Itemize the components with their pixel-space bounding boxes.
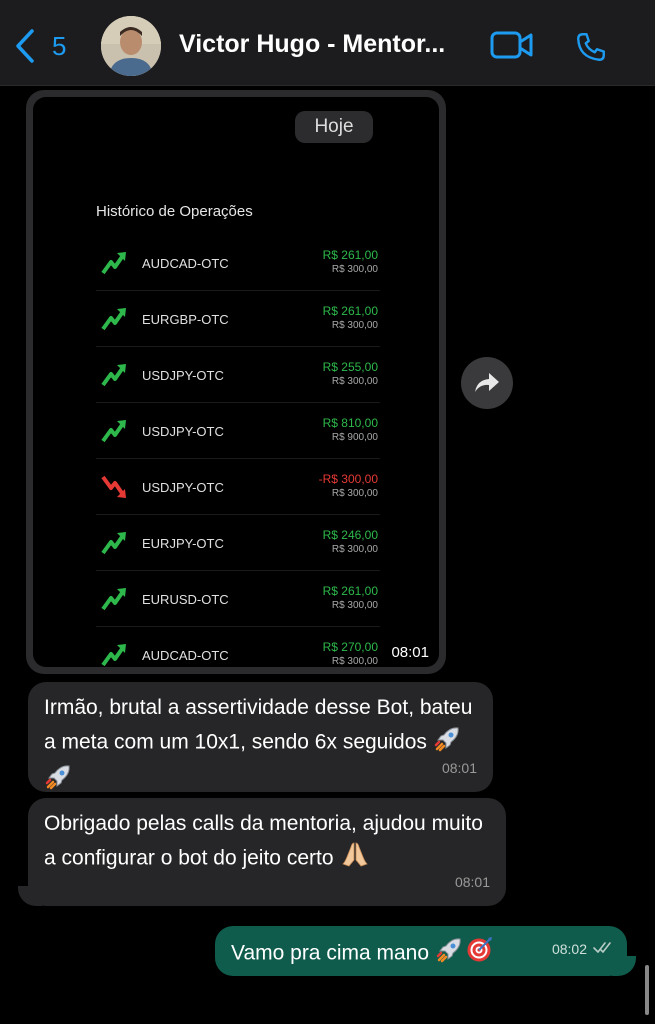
incoming-message[interactable]: Obrigado pelas calls da mentoria, ajudou…: [28, 798, 506, 906]
incoming-message[interactable]: Irmão, brutal a assertividade desse Bot,…: [28, 682, 493, 792]
trade-row: USDJPY-OTC R$ 255,00 R$ 300,00: [96, 347, 380, 403]
trade-invested: R$ 300,00: [331, 320, 378, 331]
read-ticks-icon: [593, 932, 613, 964]
history-title: Histórico de Operações: [96, 203, 253, 220]
trade-row: EURGBP-OTC R$ 261,00 R$ 300,00: [96, 291, 380, 347]
trade-symbol: AUDCAD-OTC: [142, 648, 229, 663]
trade-invested: R$ 300,00: [331, 488, 378, 499]
trade-row: AUDCAD-OTC R$ 270,00 R$ 300,00: [96, 627, 380, 667]
bubble-tail: [18, 886, 42, 906]
trend-up-icon: [101, 364, 126, 387]
message-text: Vamo pra cima mano: [231, 941, 430, 965]
message-text: Irmão, brutal a assertividade desse Bot,…: [44, 696, 473, 754]
trade-row: EURUSD-OTC R$ 261,00 R$ 300,00: [96, 571, 380, 627]
trade-invested: R$ 900,00: [331, 432, 378, 443]
shared-screenshot[interactable]: Hoje Histórico de Operações AUDCAD-OTC R$…: [33, 97, 439, 667]
chevron-left-icon: [16, 29, 34, 63]
message-time: 08:01: [454, 874, 490, 890]
message-time: 08:02: [551, 941, 587, 957]
trade-symbol: EURGBP-OTC: [142, 312, 229, 327]
trade-result: R$ 810,00: [322, 416, 378, 430]
target-icon: [466, 935, 494, 973]
trend-up-icon: [101, 588, 126, 611]
trade-result: R$ 246,00: [322, 528, 378, 542]
voice-call-button[interactable]: [573, 29, 609, 70]
image-message[interactable]: Hoje Histórico de Operações AUDCAD-OTC R$…: [26, 90, 446, 674]
trade-symbol: AUDCAD-OTC: [142, 256, 229, 271]
back-button[interactable]: 5: [14, 28, 66, 64]
message-time: 08:01: [391, 644, 429, 661]
message-time: 08:01: [441, 760, 477, 776]
trade-list: AUDCAD-OTC R$ 261,00 R$ 300,00 EURGBP-OTC R$…: [96, 235, 380, 667]
trend-up-icon: [101, 252, 126, 275]
trade-result: R$ 261,00: [322, 304, 378, 318]
trade-symbol: USDJPY-OTC: [142, 368, 224, 383]
trade-invested: R$ 300,00: [331, 544, 378, 555]
forward-button[interactable]: [461, 357, 513, 409]
message-text: Obrigado pelas calls da mentoria, ajudou…: [44, 812, 483, 870]
trend-up-icon: [101, 532, 126, 555]
trade-row: EURJPY-OTC R$ 246,00 R$ 300,00: [96, 515, 380, 571]
trade-row: AUDCAD-OTC R$ 261,00 R$ 300,00: [96, 235, 380, 291]
contact-name[interactable]: Victor Hugo - Mentor...: [179, 30, 445, 59]
trade-result: R$ 270,00: [322, 640, 378, 654]
outgoing-message[interactable]: Vamo pra cima mano 08:02: [215, 926, 627, 976]
trade-symbol: USDJPY-OTC: [142, 424, 224, 439]
trend-down-icon: [101, 475, 126, 498]
bubble-tail: [612, 956, 636, 976]
trend-up-icon: [101, 644, 126, 667]
trade-invested: R$ 300,00: [331, 600, 378, 611]
video-call-button[interactable]: [490, 30, 534, 65]
scrollbar[interactable]: [645, 965, 649, 1015]
trend-up-icon: [101, 308, 126, 331]
phone-icon: [577, 33, 605, 61]
trend-up-icon: [101, 420, 126, 443]
forward-arrow-icon: [475, 373, 499, 392]
video-camera-icon: [490, 31, 533, 59]
trade-result: R$ 255,00: [322, 360, 378, 374]
date-chip: Hoje: [295, 111, 373, 143]
trade-result: R$ 261,00: [322, 248, 378, 262]
trade-result: -R$ 300,00: [318, 472, 378, 486]
unread-count: 5: [52, 30, 67, 61]
rocket-icon: [45, 762, 73, 800]
trade-symbol: EURJPY-OTC: [142, 536, 224, 551]
avatar[interactable]: [101, 16, 161, 76]
trade-invested: R$ 300,00: [331, 376, 378, 387]
trade-result: R$ 261,00: [322, 584, 378, 598]
trade-invested: R$ 300,00: [331, 264, 378, 275]
trade-symbol: EURUSD-OTC: [142, 592, 229, 607]
trade-invested: R$ 300,00: [331, 656, 378, 667]
chat-header: 5 Victor Hugo - Mentor...: [0, 0, 655, 86]
rocket-icon: [436, 935, 464, 973]
trade-row: USDJPY-OTC R$ 810,00 R$ 900,00: [96, 403, 380, 459]
trade-row: USDJPY-OTC -R$ 300,00 R$ 300,00: [96, 459, 380, 515]
trade-symbol: USDJPY-OTC: [142, 480, 224, 495]
praying-hands-icon: [340, 840, 370, 878]
